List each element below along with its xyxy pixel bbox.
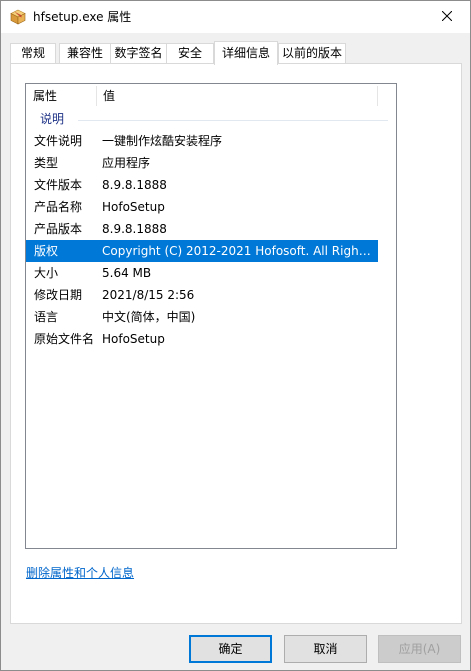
details-list[interactable]: 属性 值 说明 文件说明 一键制作炫酷安装程序 类型 应用程序 文件版本 8.9…: [25, 83, 397, 549]
property-value: 5.64 MB: [102, 266, 152, 280]
property-value: 8.9.8.1888: [102, 178, 167, 192]
list-row[interactable]: 语言 中文(简体，中国): [26, 306, 378, 328]
tab-previous-versions[interactable]: 以前的版本: [278, 43, 346, 63]
property-value: 中文(简体，中国): [102, 310, 196, 324]
close-icon: [441, 10, 453, 24]
list-header: 属性 值: [26, 84, 396, 108]
property-value: 应用程序: [102, 156, 151, 170]
tab-general[interactable]: 常规: [10, 43, 56, 63]
property-value: 2021/8/15 2:56: [102, 288, 195, 302]
property-name: 原始文件名: [34, 332, 95, 346]
list-row[interactable]: 原始文件名 HofoSetup: [26, 328, 378, 350]
group-label: 说明: [40, 112, 65, 126]
remove-properties-link[interactable]: 删除属性和个人信息: [26, 565, 134, 581]
apply-button[interactable]: 应用(A): [378, 635, 461, 663]
list-row[interactable]: 文件说明 一键制作炫酷安装程序: [26, 130, 378, 152]
property-name: 修改日期: [34, 288, 83, 302]
column-divider[interactable]: [377, 86, 378, 106]
list-row[interactable]: 类型 应用程序: [26, 152, 378, 174]
list-row[interactable]: 修改日期 2021/8/15 2:56: [26, 284, 378, 306]
tab-digital-signatures[interactable]: 数字签名: [110, 43, 167, 63]
property-value: Copyright (C) 2012-2021 Hofosoft. All Ri…: [102, 244, 374, 258]
column-header-property[interactable]: 属性: [26, 84, 96, 108]
property-value: 一键制作炫酷安装程序: [102, 134, 223, 148]
group-header-description[interactable]: 说明: [26, 109, 396, 129]
list-row[interactable]: 产品名称 HofoSetup: [26, 196, 378, 218]
property-name: 类型: [34, 156, 59, 170]
close-button[interactable]: [424, 1, 470, 32]
property-value: HofoSetup: [102, 200, 165, 214]
property-name: 文件版本: [34, 178, 83, 192]
window-title: hfsetup.exe 属性: [33, 10, 132, 24]
list-row[interactable]: 产品版本 8.9.8.1888: [26, 218, 378, 240]
property-name: 产品版本: [34, 222, 83, 236]
property-name: 版权: [34, 244, 59, 258]
tab-strip: 常规 兼容性 数字签名 安全 详细信息 以前的版本: [10, 41, 462, 65]
properties-window: hfsetup.exe 属性 常规 兼容性 数字签名 安全 详细信息 以前的版本…: [0, 0, 471, 671]
ok-button[interactable]: 确定: [189, 635, 272, 663]
property-name: 文件说明: [34, 134, 83, 148]
tab-security[interactable]: 安全: [166, 43, 214, 63]
property-name: 语言: [34, 310, 59, 324]
tab-compatibility[interactable]: 兼容性: [59, 43, 111, 63]
tab-details[interactable]: 详细信息: [214, 41, 278, 65]
column-header-value[interactable]: 值: [96, 84, 376, 108]
property-name: 大小: [34, 266, 59, 280]
group-divider: [78, 120, 388, 121]
property-value: HofoSetup: [102, 332, 165, 346]
title-bar[interactable]: hfsetup.exe 属性: [1, 1, 470, 33]
property-name: 产品名称: [34, 200, 83, 214]
list-row[interactable]: 文件版本 8.9.8.1888: [26, 174, 378, 196]
package-icon: [10, 9, 26, 25]
list-row[interactable]: 大小 5.64 MB: [26, 262, 378, 284]
cancel-button[interactable]: 取消: [284, 635, 367, 663]
property-value: 8.9.8.1888: [102, 222, 167, 236]
list-row-selected[interactable]: 版权 Copyright (C) 2012-2021 Hofosoft. All…: [26, 240, 378, 262]
